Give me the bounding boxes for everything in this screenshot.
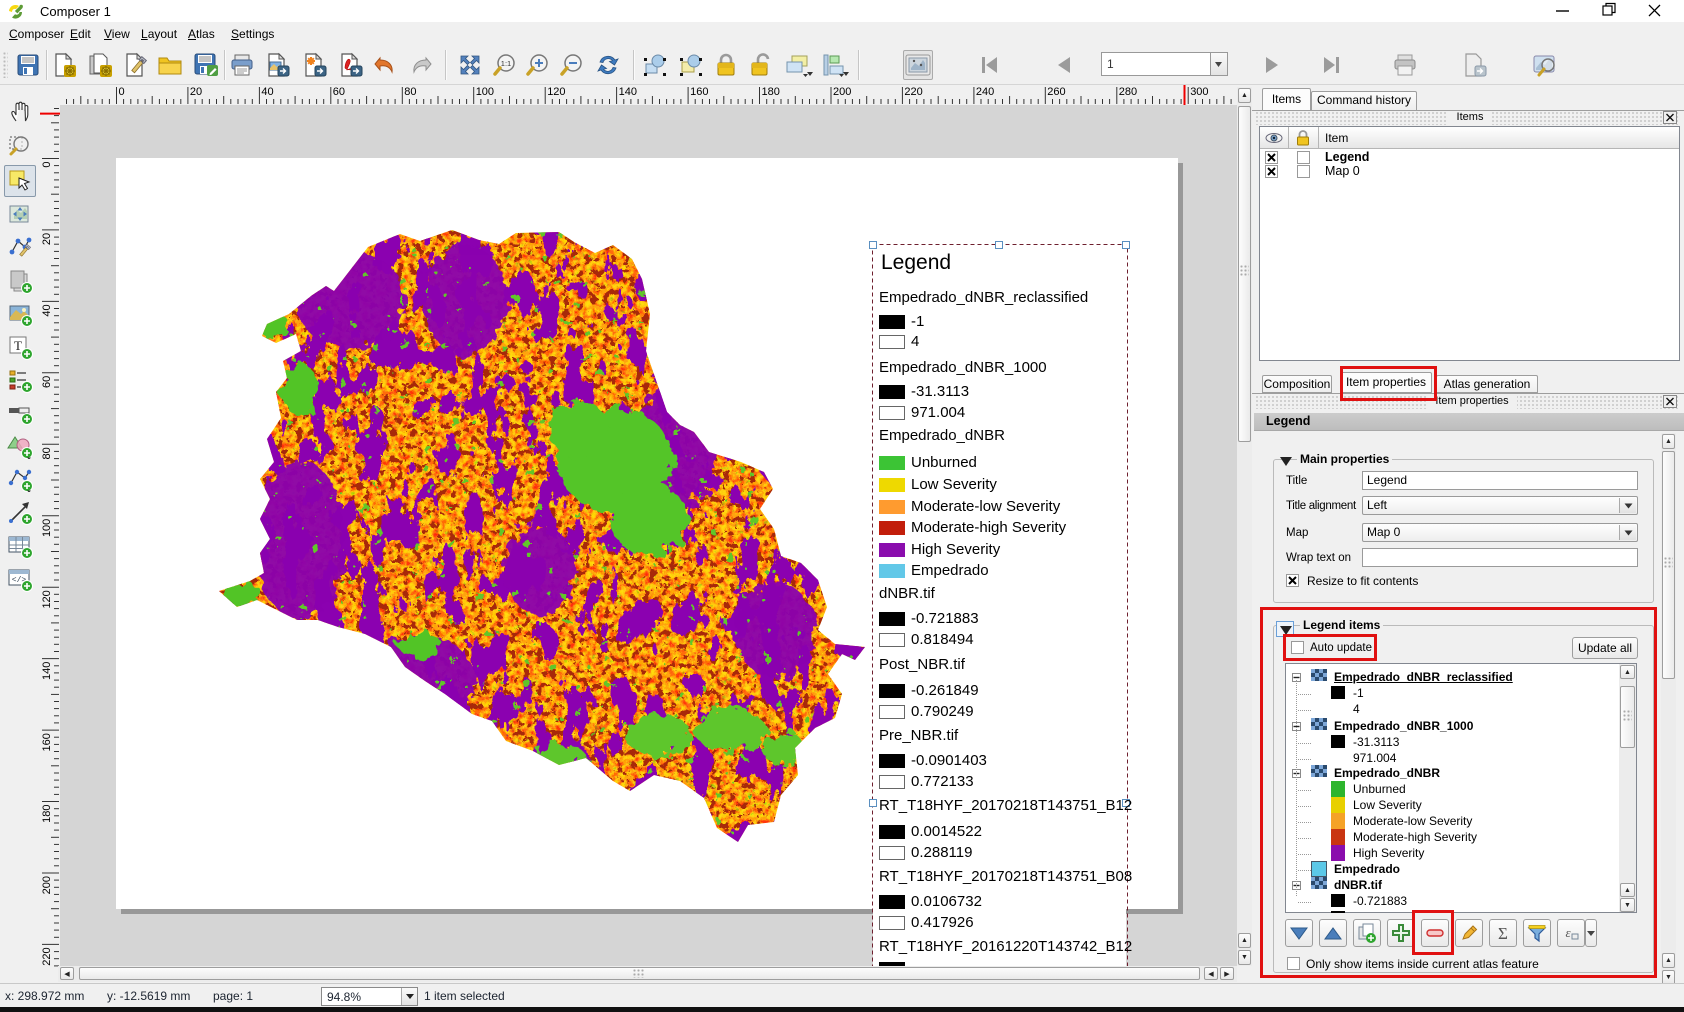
svg-text:140: 140 [41, 662, 53, 680]
svg-text:20: 20 [41, 233, 53, 245]
svg-text:80: 80 [41, 447, 53, 459]
svg-text:160: 160 [41, 733, 53, 751]
svg-text:160: 160 [690, 86, 708, 98]
svg-text:120: 120 [41, 590, 53, 608]
svg-text:280: 280 [1119, 86, 1137, 98]
svg-text:40: 40 [261, 86, 273, 98]
svg-text:60: 60 [41, 376, 53, 388]
svg-text:120: 120 [547, 86, 565, 98]
svg-text:260: 260 [1047, 86, 1065, 98]
svg-text:200: 200 [833, 86, 851, 98]
svg-text:220: 220 [41, 947, 53, 965]
svg-text:300: 300 [1190, 86, 1208, 98]
svg-text:80: 80 [404, 86, 416, 98]
svg-text:0: 0 [41, 162, 53, 168]
svg-text:1:1: 1:1 [501, 59, 511, 68]
svg-text:100: 100 [41, 519, 53, 537]
svg-text:180: 180 [41, 805, 53, 823]
svg-text:220: 220 [904, 86, 922, 98]
svg-text:40: 40 [41, 304, 53, 316]
svg-text:180: 180 [762, 86, 780, 98]
svg-text:0: 0 [119, 86, 125, 98]
svg-text:20: 20 [190, 86, 202, 98]
svg-text:200: 200 [41, 876, 53, 894]
svg-text:T: T [14, 338, 22, 353]
svg-text:100: 100 [476, 86, 494, 98]
svg-text:140: 140 [619, 86, 637, 98]
svg-text:60: 60 [333, 86, 345, 98]
svg-text:240: 240 [976, 86, 994, 98]
